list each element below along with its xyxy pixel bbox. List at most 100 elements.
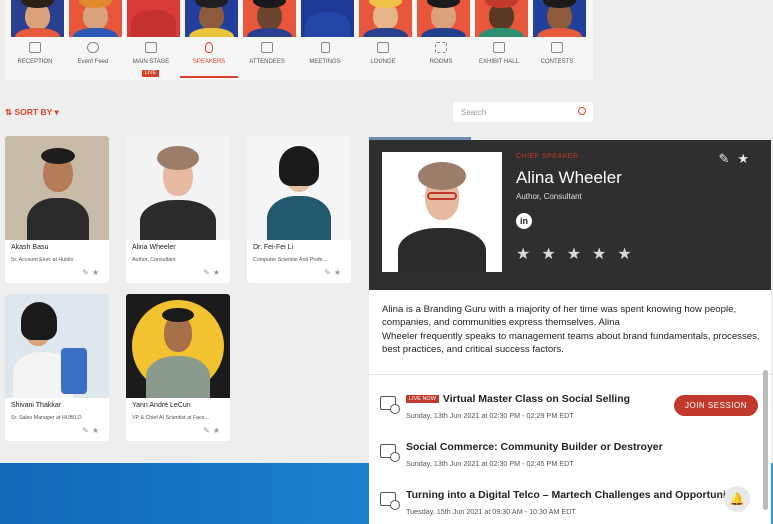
star-icon[interactable]: ★ [334, 268, 344, 277]
star-icon[interactable]: ★ [92, 268, 102, 277]
card-actions: ✎★ [324, 268, 344, 277]
star-icon[interactable]: ★ [737, 151, 757, 166]
banner-avatar-8 [417, 0, 470, 37]
speaker-photo [126, 294, 230, 398]
banner-avatar-5 [243, 0, 296, 37]
session-title: LIVE NOW Virtual Master Class on Social S… [406, 393, 630, 405]
speaker-detail-photo [382, 152, 502, 272]
speaker-photo [5, 294, 109, 398]
hourglass-icon [320, 42, 330, 53]
microphone-icon [205, 42, 213, 53]
nav-item-attendees[interactable]: ATTENDEES [238, 42, 296, 78]
pencil-icon[interactable]: ✎ [718, 151, 737, 166]
speaker-card[interactable]: Yann André LeCun VP & Chief AI Scientist… [126, 294, 230, 441]
sort-by-button[interactable]: ⇅ SORT BY ▾ [5, 107, 59, 118]
card-actions: ✎★ [203, 268, 223, 277]
speaker-desc: VP & Chief AI Scientist at Face... [132, 415, 210, 421]
card-actions: ✎★ [203, 426, 223, 435]
speaker-card[interactable]: Shivani Thakkar Sr. Sales Manager at HUB… [5, 294, 109, 441]
speaker-desc: Sr. Account Exec at Hubilo [11, 257, 74, 263]
live-badge: LIVE [142, 70, 159, 77]
speaker-desc: Author, Consultant [132, 257, 176, 263]
session-time: Sunday, 13th Jun 2021 at 02:30 PM - 02:4… [406, 459, 574, 468]
speaker-name: Akash Basu [11, 244, 49, 251]
top-navigation: RECEPTION Event Feed MAIN STAGE LIVE SPEA… [5, 0, 593, 80]
speaker-photo [126, 136, 230, 240]
speaker-bio: Alina is a Branding Guru with a majority… [382, 304, 760, 356]
speaker-name: Shivani Thakkar [11, 402, 62, 409]
nav-item-contests[interactable]: CONTESTS [528, 42, 586, 78]
star-icon[interactable]: ★ [617, 246, 642, 263]
calendar-icon [380, 444, 400, 462]
speaker-detail-name: Alina Wheeler [516, 168, 622, 187]
exhibit-hall-icon [493, 42, 505, 53]
pencil-icon[interactable]: ✎ [82, 426, 92, 435]
search-icon [578, 107, 586, 115]
star-icon[interactable]: ★ [541, 246, 566, 263]
nav-item-reception[interactable]: RECEPTION [6, 42, 64, 78]
banner-avatar-7 [359, 0, 412, 37]
speaker-name: Yann André LeCun [132, 402, 191, 409]
speaker-photo [5, 136, 109, 240]
nav-item-speakers[interactable]: SPEAKERS [180, 42, 238, 78]
rating-stars[interactable]: ★★★★★ [516, 244, 643, 264]
speaker-card[interactable]: Akash Basu Sr. Account Exec at Hubilo ✎★ [5, 136, 109, 283]
speaker-name: Alina Wheeler [132, 244, 176, 251]
star-icon[interactable]: ★ [516, 246, 541, 263]
speaker-card[interactable]: Dr. Fei-Fei Li Computer Scientist And Pr… [247, 136, 351, 283]
banner-avatar-1 [11, 0, 64, 37]
nav-item-lounge[interactable]: LOUNGE [354, 42, 412, 78]
star-icon[interactable]: ★ [567, 246, 592, 263]
pencil-icon[interactable]: ✎ [82, 268, 92, 277]
session-item[interactable]: Social Commerce: Community Builder or De… [369, 438, 771, 478]
star-icon[interactable]: ★ [592, 246, 617, 263]
bell-icon[interactable]: 🔔 [724, 486, 750, 512]
nav-item-main-stage[interactable]: MAIN STAGE LIVE [122, 42, 180, 78]
caret-down-icon: ▾ [52, 107, 59, 117]
banner-avatar-6 [301, 0, 354, 37]
speaker-desc: Computer Scientist And Profe... [253, 257, 327, 263]
speaker-detail-subtitle: Author, Consultant [516, 192, 582, 201]
session-title: Social Commerce: Community Builder or De… [406, 441, 663, 453]
session-item[interactable]: LIVE NOW Virtual Master Class on Social S… [369, 390, 771, 430]
nav-item-meetings[interactable]: MEETINGS [296, 42, 354, 78]
speaker-desc: Sr. Sales Manager at HUBILO [11, 415, 82, 421]
speaker-role: CHIEF SPEAKER [516, 153, 579, 160]
search-input[interactable]: Search [453, 102, 593, 122]
pencil-icon[interactable]: ✎ [203, 268, 213, 277]
speaker-name: Dr. Fei-Fei Li [253, 244, 294, 251]
attendees-icon [261, 42, 273, 53]
nav-item-exhibit-hall[interactable]: EXHIBIT HALL [470, 42, 528, 78]
session-item[interactable]: Turning into a Digital Telco – Martech C… [369, 486, 771, 524]
header-actions: ✎★ [718, 151, 757, 167]
reception-icon [29, 42, 41, 53]
scrollbar[interactable] [763, 370, 768, 510]
calendar-icon [380, 492, 400, 510]
speaker-detail-header: CHIEF SPEAKER Alina Wheeler Author, Cons… [369, 140, 771, 290]
star-icon[interactable]: ★ [213, 426, 223, 435]
live-now-badge: LIVE NOW [406, 395, 439, 403]
speaker-detail-panel: CHIEF SPEAKER Alina Wheeler Author, Cons… [369, 140, 771, 524]
divider [369, 374, 771, 375]
card-actions: ✎★ [82, 268, 102, 277]
banner-avatar-10 [533, 0, 586, 37]
pencil-icon[interactable]: ✎ [324, 268, 334, 277]
speaker-card[interactable]: Alina Wheeler Author, Consultant ✎★ [126, 136, 230, 283]
session-time: Tuesday, 15th Jun 2021 at 09:30 AM - 10:… [406, 507, 576, 516]
stage-icon [145, 42, 157, 53]
banner-avatar-3 [127, 0, 180, 37]
join-session-button[interactable]: JOIN SESSION [674, 395, 758, 416]
trophy-icon [551, 42, 563, 53]
banner-avatar-9 [475, 0, 528, 37]
star-icon[interactable]: ★ [213, 268, 223, 277]
linkedin-icon[interactable]: in [516, 213, 532, 229]
calendar-icon [380, 396, 400, 414]
card-actions: ✎★ [82, 426, 102, 435]
session-time: Sunday, 13th Jun 2021 at 02:30 PM - 02:2… [406, 411, 574, 420]
pencil-icon[interactable]: ✎ [203, 426, 213, 435]
chat-icon [87, 42, 99, 53]
session-title: Turning into a Digital Telco – Martech C… [406, 489, 744, 501]
nav-item-event-feed[interactable]: Event Feed [64, 42, 122, 78]
nav-item-rooms[interactable]: ROOMS [412, 42, 470, 78]
star-icon[interactable]: ★ [92, 426, 102, 435]
